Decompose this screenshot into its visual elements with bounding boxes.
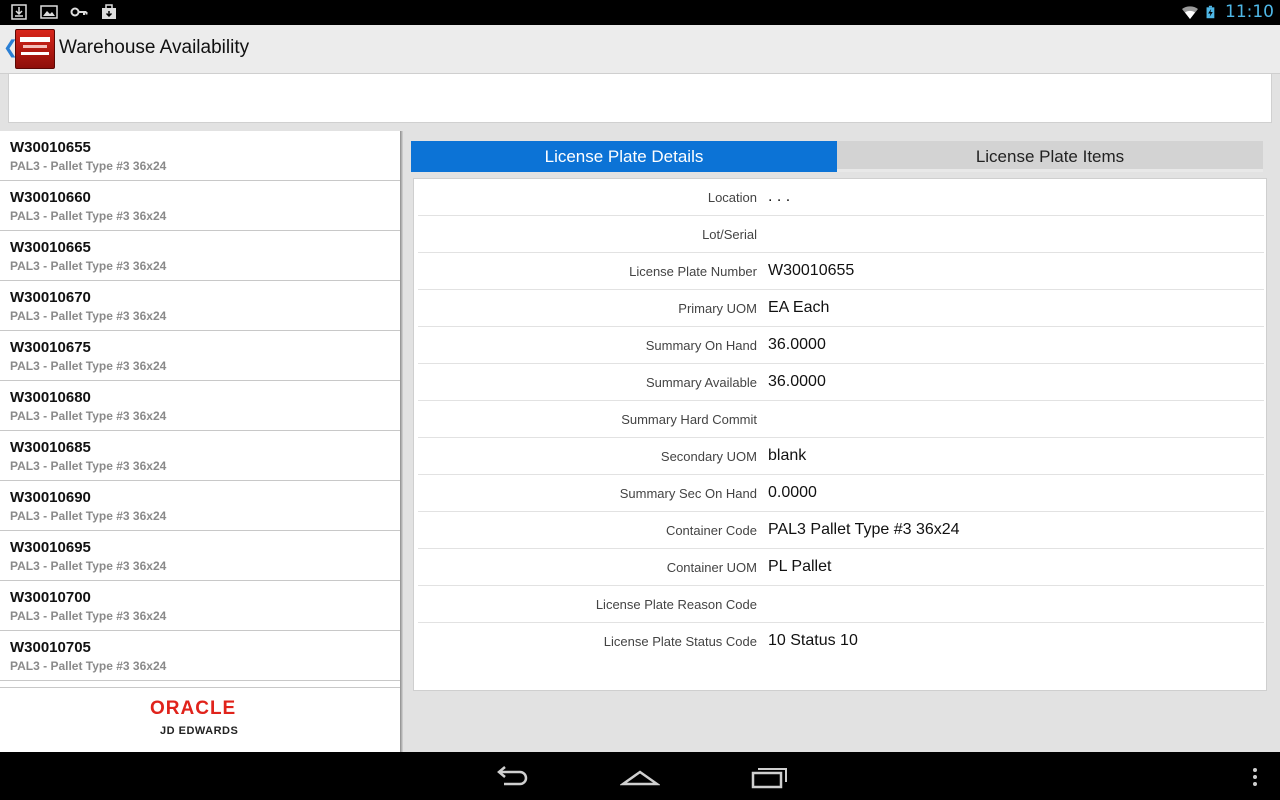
detail-label: Summary Sec On Hand [619,486,757,501]
brand-footer: ORACLE JD EDWARDS [0,687,400,752]
detail-row-summary-available: Summary Available 36.0000 [418,364,1264,401]
list-item-description: PAL3 - Pallet Type #3 36x24 [10,209,167,223]
list-item-description: PAL3 - Pallet Type #3 36x24 [10,559,167,573]
key-icon [70,7,88,17]
list-item-id: W30010695 [10,539,91,556]
action-bar: ❮ Warehouse Availability [0,25,1280,74]
list-item[interactable]: W30010700 PAL3 - Pallet Type #3 36x24 [0,581,400,631]
jd-edwards-logo: JD EDWARDS [160,725,239,737]
detail-row-container-uom: Container UOM PL Pallet [418,549,1264,586]
page-title: Warehouse Availability [59,37,250,58]
detail-label: Secondary UOM [660,449,757,464]
tab-license-plate-details[interactable]: License Plate Details [411,141,837,172]
briefcase-icon [102,4,116,19]
list-item[interactable]: W30010685 PAL3 - Pallet Type #3 36x24 [0,431,400,481]
tab-license-plate-items[interactable]: License Plate Items [837,141,1263,172]
list-item[interactable]: W30010665 PAL3 - Pallet Type #3 36x24 [0,231,400,281]
list-item-id: W30010655 [10,139,91,156]
image-icon [40,5,58,19]
list-item[interactable]: W30010675 PAL3 - Pallet Type #3 36x24 [0,331,400,381]
detail-row-status-code: License Plate Status Code 10 Status 10 [418,623,1264,660]
wifi-icon [1182,6,1198,19]
detail-label: License Plate Status Code [603,634,757,649]
panel-divider [400,131,403,752]
detail-value: 36.0000 [768,336,826,353]
list-item-id: W30010700 [10,589,91,606]
detail-value: PL Pallet [768,558,832,575]
detail-value: . . . [768,188,791,205]
detail-row-summary-sec-on-hand: Summary Sec On Hand 0.0000 [418,475,1264,512]
list-item-id: W30010665 [10,239,91,256]
back-icon[interactable] [492,764,532,790]
detail-value: EA Each [768,299,830,316]
list-item-id: W30010685 [10,439,91,456]
detail-value: W30010655 [768,262,855,279]
list-item-description: PAL3 - Pallet Type #3 36x24 [10,409,167,423]
list-item-id: W30010660 [10,189,91,206]
download-icon [11,4,27,20]
detail-label: Summary On Hand [645,338,757,353]
list-item[interactable]: W30010660 PAL3 - Pallet Type #3 36x24 [0,181,400,231]
detail-row-secondary-uom: Secondary UOM blank [418,438,1264,475]
detail-row-lot-serial: Lot/Serial [418,216,1264,253]
list-item-description: PAL3 - Pallet Type #3 36x24 [10,159,167,173]
detail-label: Lot/Serial [702,227,757,242]
list-item-id: W30010705 [10,639,91,656]
detail-row-summary-on-hand: Summary On Hand 36.0000 [418,327,1264,364]
detail-value: blank [768,447,807,464]
details-panel: Location . . . Lot/Serial License Plate … [413,178,1267,691]
detail-row-summary-hard-commit: Summary Hard Commit [418,401,1264,438]
oracle-logo: ORACLE [150,698,237,719]
list-item[interactable]: W30010655 PAL3 - Pallet Type #3 36x24 [0,131,400,181]
detail-label: Container Code [665,523,757,538]
list-item[interactable]: W30010680 PAL3 - Pallet Type #3 36x24 [0,381,400,431]
list-item[interactable]: W30010670 PAL3 - Pallet Type #3 36x24 [0,281,400,331]
navigation-bar [0,752,1280,800]
list-item-description: PAL3 - Pallet Type #3 36x24 [10,359,167,373]
detail-row-primary-uom: Primary UOM EA Each [418,290,1264,327]
list-item-description: PAL3 - Pallet Type #3 36x24 [10,659,167,673]
home-icon[interactable] [620,764,660,790]
list-item-id: W30010680 [10,389,91,406]
app-logo[interactable] [15,29,55,69]
list-item[interactable]: W30010695 PAL3 - Pallet Type #3 36x24 [0,531,400,581]
list-item-id: W30010675 [10,339,91,356]
detail-value: PAL3 Pallet Type #3 36x24 [768,521,960,538]
detail-label: Location [707,190,757,205]
list-item-description: PAL3 - Pallet Type #3 36x24 [10,259,167,273]
license-plate-list: W30010655 PAL3 - Pallet Type #3 36x24 W3… [0,131,400,752]
battery-charging-icon [1206,5,1215,19]
recent-apps-icon[interactable] [750,764,790,790]
detail-row-container-code: Container Code PAL3 Pallet Type #3 36x24 [418,512,1264,549]
list-item-id: W30010690 [10,489,91,506]
detail-label: License Plate Number [629,264,757,279]
list-item[interactable]: W30010705 PAL3 - Pallet Type #3 36x24 [0,631,400,681]
detail-row-reason-code: License Plate Reason Code [418,586,1264,623]
list-item-id: W30010670 [10,289,91,306]
overflow-menu-icon[interactable] [1245,764,1265,790]
list-item-description: PAL3 - Pallet Type #3 36x24 [10,609,167,623]
clock: 11:10 [1225,2,1274,22]
list-item-description: PAL3 - Pallet Type #3 36x24 [10,309,167,323]
detail-value: 36.0000 [768,373,826,390]
search-field[interactable] [8,74,1272,123]
list-item-description: PAL3 - Pallet Type #3 36x24 [10,509,167,523]
detail-label: Summary Available [645,375,757,390]
detail-value: 10 Status 10 [768,632,858,649]
detail-label: Summary Hard Commit [621,412,757,427]
detail-label: Primary UOM [678,301,757,316]
list-item[interactable]: W30010690 PAL3 - Pallet Type #3 36x24 [0,481,400,531]
detail-value: 0.0000 [768,484,817,501]
detail-label: License Plate Reason Code [595,597,757,612]
list-item-description: PAL3 - Pallet Type #3 36x24 [10,459,167,473]
status-bar: 11:10 [0,0,1280,25]
detail-row-location: Location . . . [418,179,1264,216]
detail-row-license-plate-number: License Plate Number W30010655 [418,253,1264,290]
detail-label: Container UOM [666,560,757,575]
